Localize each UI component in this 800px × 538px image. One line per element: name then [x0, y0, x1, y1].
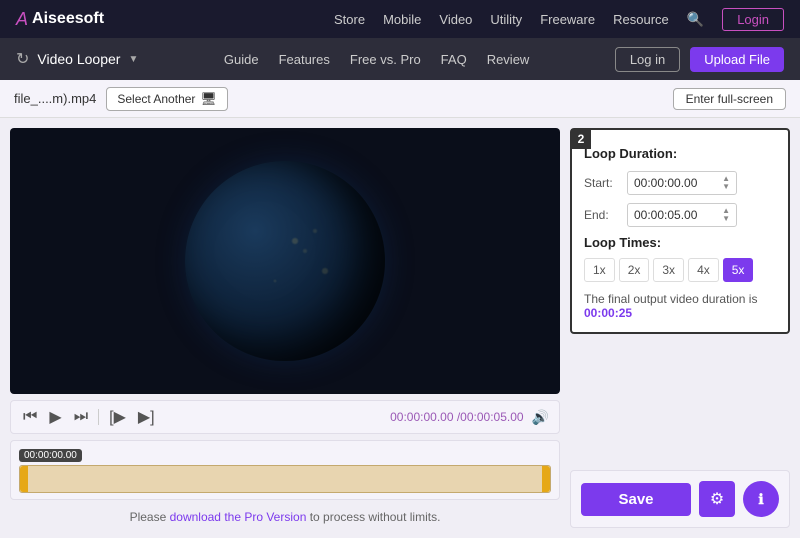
nav-free-vs-pro[interactable]: Free vs. Pro — [350, 52, 421, 67]
loop-settings-box: 2 Loop Duration: Start: 00:00:00.00 ▲ ▼ … — [570, 128, 790, 334]
loop-icon: ↻ — [16, 49, 29, 69]
toolbar-row: file_....m).mp4 Select Another 🖥 Enter f… — [0, 80, 800, 118]
nav-faq[interactable]: FAQ — [441, 52, 467, 67]
settings-button[interactable]: ⚙ — [699, 481, 735, 517]
select-another-button[interactable]: Select Another 🖥 — [106, 87, 228, 111]
start-time-value: 00:00:00.00 — [634, 176, 697, 190]
earth-lights — [185, 161, 385, 361]
top-nav: A Aiseesoft Store Mobile Video Utility F… — [0, 0, 800, 38]
skip-back-button[interactable]: ⏮ — [21, 406, 39, 428]
end-label: End: — [584, 208, 619, 222]
nav-video[interactable]: Video — [439, 12, 472, 27]
start-time-input[interactable]: 00:00:00.00 ▲ ▼ — [627, 171, 737, 195]
loop-1x-button[interactable]: 1x — [584, 258, 615, 282]
box-number: 2 — [571, 129, 591, 149]
mark-in-button[interactable]: [▶ — [107, 405, 128, 429]
timeline-handle-right[interactable] — [542, 466, 550, 492]
loop-times-row: 1x 2x 3x 4x 5x — [584, 258, 776, 282]
end-spinners[interactable]: ▲ ▼ — [722, 207, 730, 223]
fullscreen-button[interactable]: Enter full-screen — [673, 88, 786, 110]
nav-features[interactable]: Features — [279, 52, 330, 67]
timeline-handle-left[interactable] — [20, 466, 28, 492]
top-nav-links: Store Mobile Video Utility Freeware Reso… — [334, 8, 784, 31]
timeline-time-label: 00:00:00.00 — [19, 449, 82, 462]
second-nav: ↻ Video Looper ▼ Guide Features Free vs.… — [0, 38, 800, 80]
start-spinners[interactable]: ▲ ▼ — [722, 175, 730, 191]
save-button[interactable]: Save — [581, 483, 691, 516]
second-nav-left: ↻ Video Looper ▼ — [16, 49, 138, 69]
skip-forward-button[interactable]: ⏭ — [72, 406, 90, 428]
login-button[interactable]: Log in — [615, 47, 680, 72]
play-button[interactable]: ▶ — [47, 405, 63, 429]
loop-duration-title: Loop Duration: — [584, 146, 776, 161]
timeline-area: 00:00:00.00 — [10, 440, 560, 500]
start-label: Start: — [584, 176, 619, 190]
toolbar-left: file_....m).mp4 Select Another 🖥 — [14, 87, 228, 111]
nav-guide[interactable]: Guide — [224, 52, 259, 67]
nav-review[interactable]: Review — [487, 52, 530, 67]
output-duration-value: 00:00:25 — [584, 306, 632, 320]
logo: A Aiseesoft — [16, 9, 104, 30]
loop-5x-button[interactable]: 5x — [723, 258, 754, 282]
timeline-track[interactable] — [19, 465, 551, 493]
divider — [98, 409, 99, 425]
gear-icon: ⚙ — [710, 489, 724, 509]
controls-left: ⏮ ▶ ⏭ [▶ ▶] — [21, 405, 157, 429]
video-container — [10, 128, 560, 394]
nav-mobile[interactable]: Mobile — [383, 12, 421, 27]
pro-version-link[interactable]: download the Pro Version — [170, 510, 307, 524]
nav-store[interactable]: Store — [334, 12, 365, 27]
start-field-row: Start: 00:00:00.00 ▲ ▼ — [584, 171, 776, 195]
chevron-down-icon[interactable]: ▼ — [128, 54, 138, 65]
upload-file-button[interactable]: Upload File — [690, 47, 784, 72]
loop-times-title: Loop Times: — [584, 235, 776, 250]
second-nav-links: Guide Features Free vs. Pro FAQ Review — [224, 52, 529, 67]
time-display: 00:00:00.00 /00:00:05.00 — [390, 410, 523, 424]
nav-resource[interactable]: Resource — [613, 12, 669, 27]
select-another-label: Select Another — [117, 92, 195, 106]
main-content: ⏮ ▶ ⏭ [▶ ▶] 00:00:00.00 /00:00:05.00 🔊 0… — [0, 118, 800, 538]
output-duration-text: The final output video duration is 00:00… — [584, 292, 776, 320]
video-preview — [185, 161, 385, 361]
info-button[interactable]: ℹ — [743, 481, 779, 517]
controls-row: ⏮ ▶ ⏭ [▶ ▶] 00:00:00.00 /00:00:05.00 🔊 — [10, 400, 560, 434]
plus-icon: ℹ — [758, 491, 763, 508]
loop-3x-button[interactable]: 3x — [653, 258, 684, 282]
save-area: Save ⚙ ℹ — [570, 470, 790, 528]
loop-4x-button[interactable]: 4x — [688, 258, 719, 282]
app-title: Video Looper — [37, 51, 120, 67]
time-display-area: 00:00:00.00 /00:00:05.00 🔊 — [390, 409, 549, 426]
top-login-button[interactable]: Login — [722, 8, 784, 31]
loop-2x-button[interactable]: 2x — [619, 258, 650, 282]
logo-text: Aiseesoft — [32, 10, 104, 28]
nav-freeware[interactable]: Freeware — [540, 12, 595, 27]
mark-out-button[interactable]: ▶] — [136, 405, 157, 429]
nav-utility[interactable]: Utility — [490, 12, 522, 27]
end-time-value: 00:00:05.00 — [634, 208, 697, 222]
end-time-input[interactable]: 00:00:05.00 ▲ ▼ — [627, 203, 737, 227]
end-field-row: End: 00:00:05.00 ▲ ▼ — [584, 203, 776, 227]
volume-icon[interactable]: 🔊 — [532, 409, 549, 426]
left-panel: ⏮ ▶ ⏭ [▶ ▶] 00:00:00.00 /00:00:05.00 🔊 0… — [10, 128, 560, 528]
second-nav-right: Log in Upload File — [615, 47, 784, 72]
search-icon[interactable]: 🔍 — [687, 11, 704, 28]
monitor-icon: 🖥 — [200, 91, 217, 107]
right-panel: 2 Loop Duration: Start: 00:00:00.00 ▲ ▼ … — [570, 128, 790, 528]
pro-notice: Please download the Pro Version to proce… — [10, 506, 560, 528]
file-name: file_....m).mp4 — [14, 91, 96, 106]
